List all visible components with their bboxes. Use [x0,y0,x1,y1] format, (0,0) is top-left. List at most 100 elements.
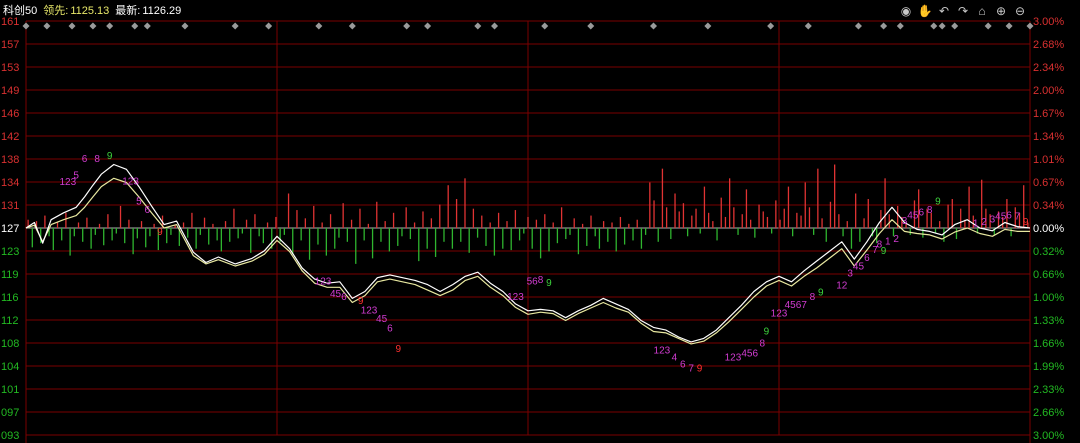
sequence-label: 9 [1023,217,1029,228]
right-tick-label: 2.68% [1033,39,1064,51]
event-marker-icon [143,22,151,30]
event-marker-icon [951,22,959,30]
event-marker-icon [804,22,812,30]
sequence-label: 45 [330,289,342,300]
right-tick-label: 2.66% [1033,407,1064,419]
lock-icon[interactable]: ⌂ [974,3,990,19]
sequence-label: 9 [764,326,770,337]
event-marker-icon [231,22,239,30]
left-tick-label: 149 [1,85,19,97]
sequence-label: 2 [981,217,987,228]
left-tick-label: 123 [1,246,19,258]
right-tick-label: 0.67% [1033,177,1064,189]
sequence-label: 9 [107,151,113,162]
sequence-label: 9 [396,344,402,355]
chart-header: 科创50 领先: 1125.13 最新: 1126.29 [3,4,187,18]
left-tick-label: 157 [1,39,19,51]
right-tick-label: 1.99% [1033,361,1064,373]
event-marker-icon [89,22,97,30]
event-marker-icon [587,22,595,30]
event-marker-icon [938,22,946,30]
right-tick-label: 2.00% [1033,85,1064,97]
sequence-label: 6 [864,253,870,264]
right-tick-label: 3.00% [1033,430,1064,442]
sequence-label: 8 [94,154,100,165]
right-tick-label: 1.01% [1033,154,1064,166]
left-tick-label: 146 [1,108,19,120]
left-tick-label: 119 [1,269,19,281]
sequence-label: 8 [538,275,544,286]
sequence-label: 7 [801,300,807,311]
event-marker-icon [348,22,356,30]
sequence-label: 123 [315,277,332,288]
right-tick-label: 2.33% [1033,384,1064,396]
sequence-label: 9 [546,278,552,289]
right-tick-label: 1.33% [1033,315,1064,327]
undo-icon[interactable]: ↶ [936,3,952,19]
event-marker-icon [265,22,273,30]
event-marker-icon [541,22,549,30]
sequence-label: 7 [688,364,694,375]
sequence-label: 9 [881,246,887,257]
sequence-label: 123 [507,292,524,303]
eye-icon[interactable]: ◉ [898,3,914,19]
sequence-label: 9 [818,288,824,299]
sequence-label: 6 [82,154,88,165]
sequence-label: 1 [885,237,891,248]
event-marker-icon [854,22,862,30]
sequence-label: 456 [741,348,758,359]
redo-icon[interactable]: ↷ [955,3,971,19]
sequence-label: 45 [853,261,865,272]
event-marker-icon [984,22,992,30]
sequence-label: 1 [973,219,979,230]
sequence-label: 6 [145,205,151,216]
sequence-label: 5 [136,197,142,208]
hand-icon[interactable]: ✋ [917,3,933,19]
sequence-label: 6 [1006,210,1012,221]
latest-label: 最新: [115,5,141,17]
right-tick-label: 1.00% [1033,292,1064,304]
sequence-label: 8 [759,339,765,350]
sequence-label: 5 [73,170,79,181]
sequence-label: 123 [654,346,671,357]
event-marker-icon [424,22,432,30]
left-tick-label: 134 [1,177,19,189]
event-marker-icon [767,22,775,30]
event-marker-icon [181,22,189,30]
right-tick-label: 0.34% [1033,200,1064,212]
right-tick-label: 0.00% [1033,223,1064,235]
right-tick-label: 2.34% [1033,62,1064,74]
chart-toolbar: ◉ ✋ ↶ ↷ ⌂ ⊕ ⊖ [898,3,1028,19]
left-tick-label: 138 [1,154,19,166]
sequence-label: 45 [995,212,1007,223]
sequence-label: 7 [1015,212,1021,223]
sequence-label: 123 [725,352,742,363]
event-marker-icon [131,22,139,30]
event-marker-icon [22,22,30,30]
sequence-label: 123 [122,177,139,188]
zoom-in-icon[interactable]: ⊕ [993,3,1009,19]
sequence-label: 6 [918,208,924,219]
event-marker-icon [930,22,938,30]
left-tick-label: 127 [1,223,19,235]
event-marker-icon [1005,22,1013,30]
event-marker-icon [474,22,482,30]
left-tick-label: 108 [1,338,19,350]
sequence-label: 6 [387,324,393,335]
right-tick-label: 0.66% [1033,269,1064,281]
intraday-chart[interactable]: 1611571531491461421381341311271231191161… [0,0,1080,443]
leader-value: 1125.13 [70,5,110,17]
zoom-out-icon[interactable]: ⊖ [1012,3,1028,19]
leader-label: 领先: [43,5,69,17]
left-tick-label: 093 [1,430,19,442]
sequence-label: 45 [907,210,919,221]
sequence-label: 9 [935,197,941,208]
event-marker-icon [403,22,411,30]
left-axis: 1611571531491461421381341311271231191161… [1,16,19,442]
event-marker-icon [106,22,114,30]
latest-value: 1126.29 [142,5,182,17]
chart-window: 科创50 领先: 1125.13 最新: 1126.29 ◉ ✋ ↶ ↷ ⌂ ⊕ ⊖ 1… [0,0,1080,443]
sequence-label: 12 [836,281,848,292]
sequence-label: 56 [527,277,539,288]
left-tick-label: 116 [1,292,19,304]
